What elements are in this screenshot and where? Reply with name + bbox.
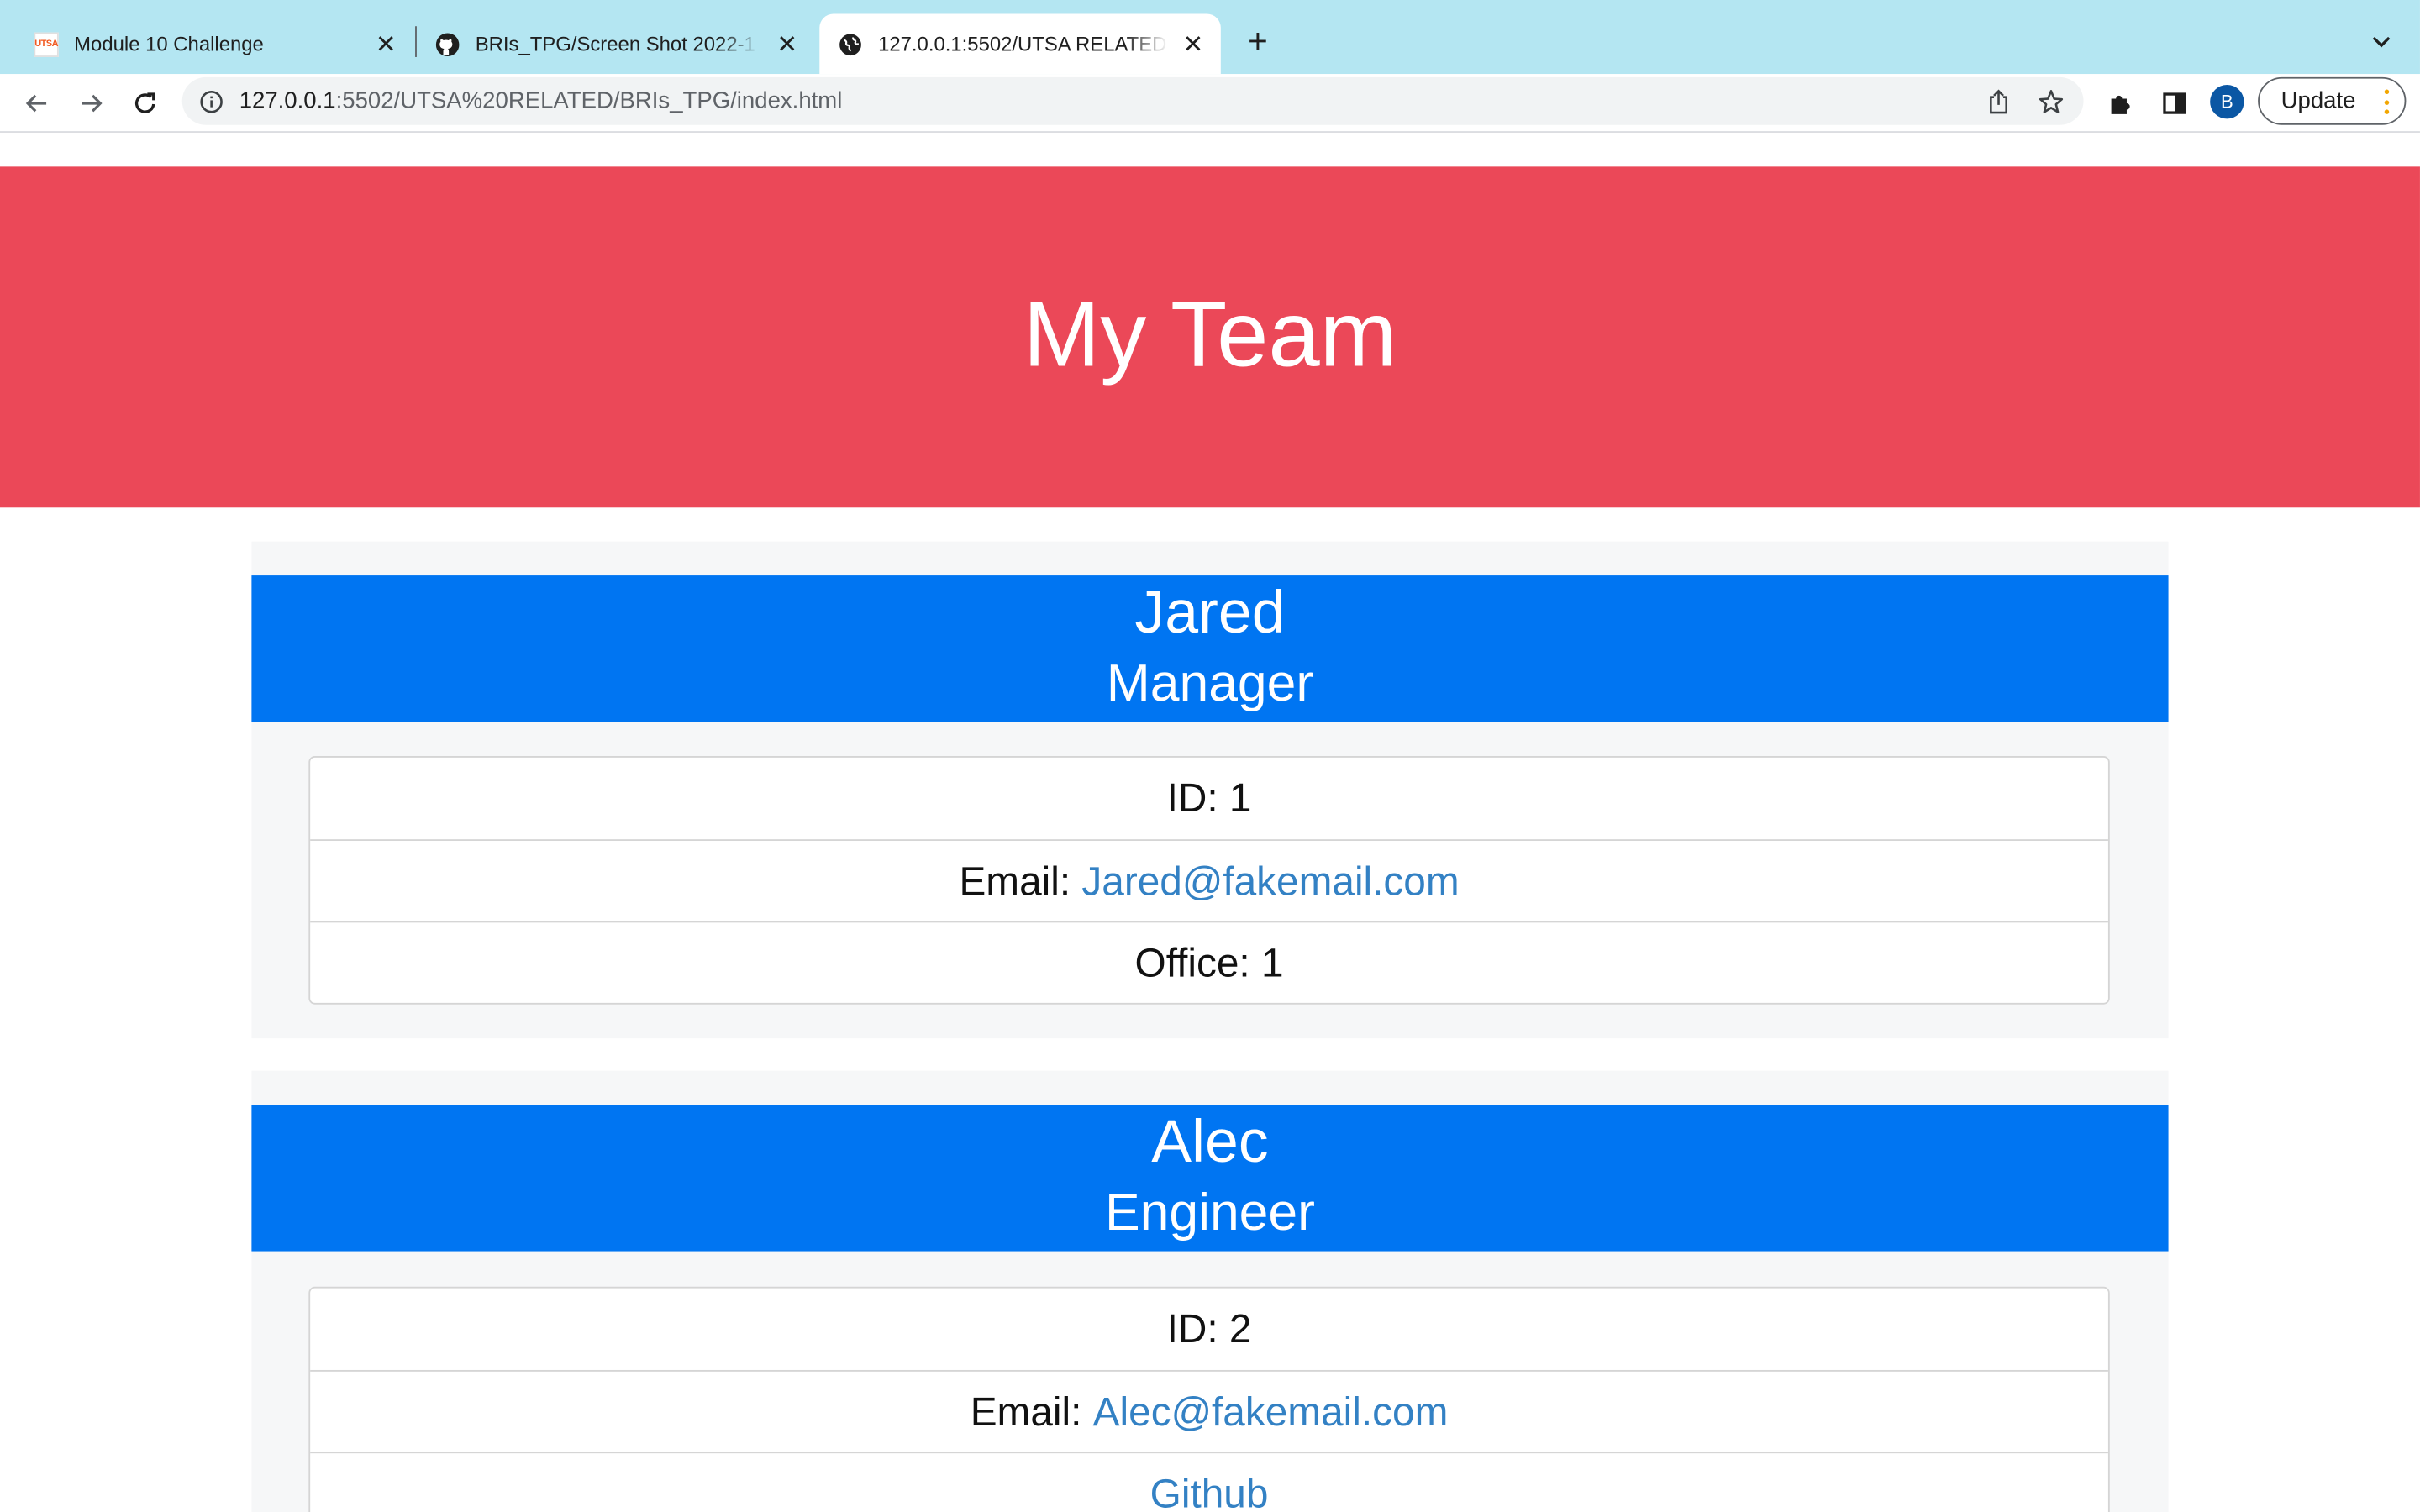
tab-search-chevron-down-icon[interactable] <box>2365 24 2398 58</box>
employee-name: Jared <box>1134 580 1286 647</box>
profile-avatar[interactable]: B <box>2210 85 2244 119</box>
employee-card-engineer: Alec Engineer ID: 2 Email: Alec@fakemail… <box>251 1070 2169 1512</box>
employee-details: ID: 1 Email: Jared@fakemail.com Office: … <box>308 755 2110 1005</box>
employee-id: ID: 2 <box>1166 1305 1252 1352</box>
url-host: 127.0.0.1 <box>239 87 336 114</box>
email-label: Email: <box>959 857 1082 904</box>
globe-icon <box>838 32 862 56</box>
tab-title: Module 10 Challenge <box>74 32 264 56</box>
card-header: Jared Manager <box>251 575 2169 722</box>
tab-strip: UTSA Module 10 Challenge ✕ BRIs_TPG/Scre… <box>0 0 2420 75</box>
email-link[interactable]: Jared@fakemail.com <box>1081 857 1459 905</box>
tab-title: BRIs_TPG/Screen Shot 2022-1 <box>475 32 755 56</box>
employee-role: Manager <box>1106 654 1314 713</box>
employee-github-row: Github <box>310 1452 2108 1512</box>
tab-github-screenshot[interactable]: BRIs_TPG/Screen Shot 2022-1 ✕ <box>417 14 815 75</box>
tab-index-html-active[interactable]: 127.0.0.1:5502/UTSA RELATED ✕ <box>819 13 1221 75</box>
github-link[interactable]: Github <box>1150 1469 1269 1512</box>
tab-close-icon[interactable]: ✕ <box>771 29 802 60</box>
address-bar[interactable]: 127.0.0.1:5502/UTSA%20RELATED/BRIs_TPG/i… <box>182 76 2084 125</box>
employee-id: ID: 1 <box>1166 774 1252 822</box>
card-header: Alec Engineer <box>251 1105 2169 1252</box>
team-header: My Team <box>0 166 2420 508</box>
new-tab-button[interactable]: + <box>1238 22 1278 62</box>
tab-close-icon[interactable]: ✕ <box>371 29 402 60</box>
update-label: Update <box>2281 87 2356 114</box>
reload-icon[interactable] <box>124 81 166 124</box>
side-panel-icon[interactable] <box>2153 81 2196 124</box>
back-arrow-icon[interactable] <box>15 81 58 124</box>
url-path: :5502/UTSA%20RELATED/BRIs_TPG/index.html <box>335 87 843 114</box>
github-icon <box>435 32 460 56</box>
employee-card-manager: Jared Manager ID: 1 Email: Jared@fakemai… <box>251 541 2169 1039</box>
tab-module-10-challenge[interactable]: UTSA Module 10 Challenge ✕ <box>15 14 413 75</box>
email-link[interactable]: Alec@fakemail.com <box>1093 1388 1449 1436</box>
bookmark-star-icon[interactable] <box>2034 85 2068 118</box>
email-label: Email: <box>970 1388 1093 1435</box>
employee-role: Engineer <box>1104 1183 1315 1242</box>
address-url[interactable]: 127.0.0.1:5502/UTSA%20RELATED/BRIs_TPG/i… <box>239 88 843 114</box>
employee-email-row: Email: Jared@fakemail.com <box>310 839 2108 921</box>
employee-details: ID: 2 Email: Alec@fakemail.com Github <box>308 1286 2110 1512</box>
employee-email-row: Email: Alec@fakemail.com <box>310 1369 2108 1452</box>
employee-name: Alec <box>1151 1109 1269 1176</box>
employee-office: Office: 1 <box>310 921 2108 1003</box>
more-menu-icon[interactable] <box>2384 89 2390 114</box>
extensions-puzzle-icon[interactable] <box>2099 81 2142 124</box>
tab-close-icon[interactable]: ✕ <box>1177 29 1208 60</box>
site-info-icon[interactable] <box>197 88 224 114</box>
share-icon[interactable] <box>1981 85 2015 118</box>
tab-title: 127.0.0.1:5502/UTSA RELATED <box>878 32 1167 56</box>
forward-arrow-icon[interactable] <box>70 81 113 124</box>
page-title: My Team <box>1023 282 1397 386</box>
utsa-icon: UTSA <box>34 31 59 57</box>
update-button[interactable]: Update <box>2258 76 2407 125</box>
browser-toolbar: 127.0.0.1:5502/UTSA%20RELATED/BRIs_TPG/i… <box>0 74 2420 133</box>
